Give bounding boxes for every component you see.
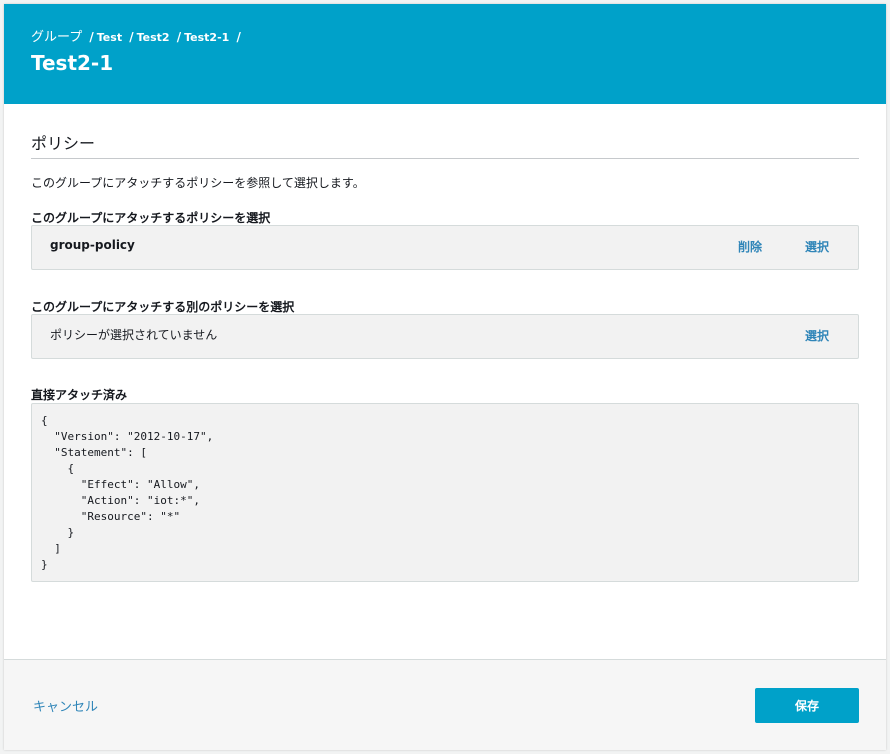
primary-policy-name: group-policy (50, 238, 135, 252)
page-header: グループ / Test / Test2 /Test2-1 / Test2-1 (4, 4, 886, 104)
additional-policy-label: このグループにアタッチする別のポリシーを選択 (31, 300, 295, 314)
breadcrumb-separator: / (89, 30, 94, 44)
section-description: このグループにアタッチするポリシーを参照して選択します。 (31, 176, 365, 190)
breadcrumb-item-test2[interactable]: Test2 (137, 31, 170, 44)
delete-policy-link[interactable]: 削除 (738, 238, 762, 255)
no-policy-selected-text: ポリシーが選択されていません (50, 328, 218, 342)
primary-policy-box: group-policy 削除 選択 (31, 225, 859, 270)
page-title: Test2-1 (31, 51, 114, 75)
additional-policy-box: ポリシーが選択されていません 選択 (31, 314, 859, 359)
dialog-footer: キャンセル 保存 (4, 659, 886, 750)
select-policy-link[interactable]: 選択 (805, 238, 829, 255)
policy-document-box: { "Version": "2012-10-17", "Statement": … (31, 403, 859, 582)
breadcrumb-item-test2-1[interactable]: Test2-1 (184, 31, 229, 44)
breadcrumb-separator: / (129, 30, 134, 44)
select-additional-policy-link[interactable]: 選択 (805, 327, 829, 344)
section-divider (31, 158, 859, 159)
cancel-link[interactable]: キャンセル (33, 696, 98, 715)
dialog-frame: グループ / Test / Test2 /Test2-1 / Test2-1 ポリシ… (4, 4, 886, 750)
breadcrumb-separator: / (236, 30, 241, 44)
primary-policy-label: このグループにアタッチするポリシーを選択 (31, 211, 271, 225)
section-title: ポリシー (31, 134, 96, 153)
save-button[interactable]: 保存 (755, 688, 859, 723)
breadcrumb-item-test[interactable]: Test (97, 31, 122, 44)
breadcrumb-item-groups[interactable]: グループ (31, 30, 82, 45)
policy-document-json: { "Version": "2012-10-17", "Statement": … (41, 414, 214, 571)
breadcrumb: グループ / Test / Test2 /Test2-1 / (31, 26, 244, 45)
breadcrumb-separator: / (176, 30, 182, 44)
direct-attached-label: 直接アタッチ済み (31, 388, 128, 402)
